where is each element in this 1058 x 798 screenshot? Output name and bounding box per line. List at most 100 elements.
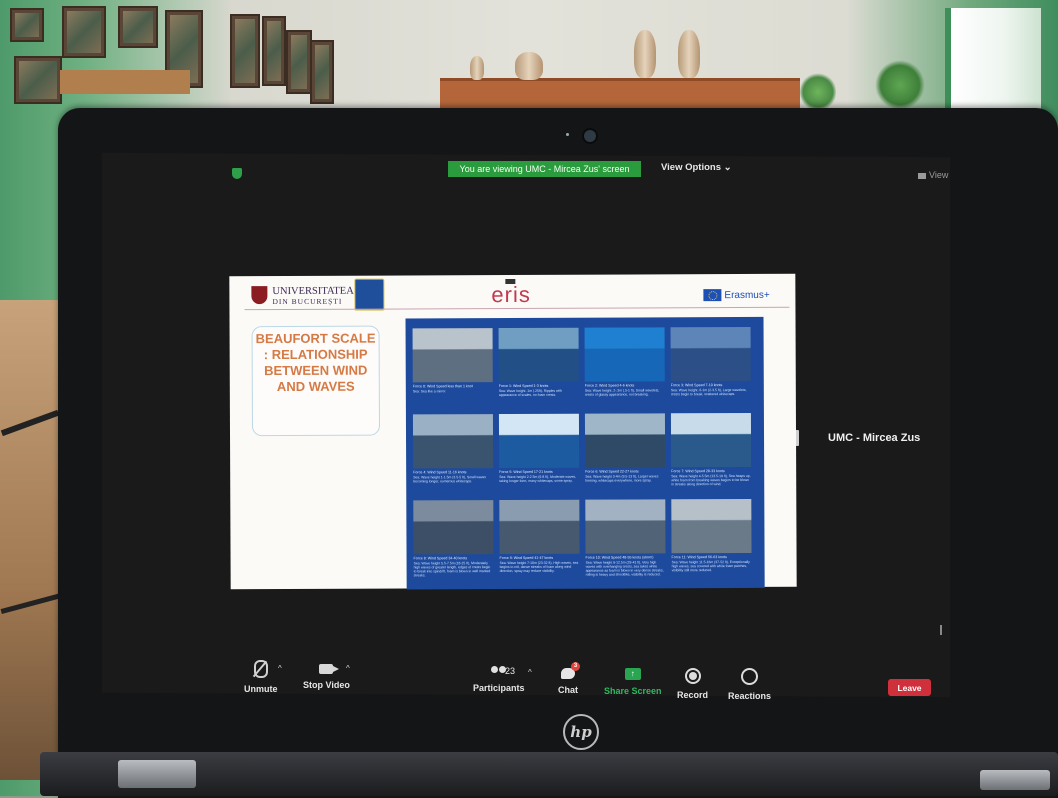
share-banner: You are viewing UMC - Mircea Zus' screen <box>448 161 641 177</box>
unmute-label: Unmute <box>244 684 278 694</box>
share-screen-icon: ↑ <box>624 668 641 680</box>
sea-photo <box>413 500 494 555</box>
beaufort-tile: Force 2: Wind Speed 4-6 knots Sea: Wave h… <box>584 327 665 413</box>
beaufort-tile: Force 8: Wind Speed 34-40 knots Sea: Wave… <box>413 500 494 586</box>
scroll-marker <box>940 625 942 635</box>
hp-logo: hp <box>563 714 599 750</box>
reactions-button[interactable]: Reactions <box>728 668 771 701</box>
sea-photo <box>412 328 493 383</box>
record-icon <box>684 668 701 684</box>
shared-slide: UNIVERSITATEA DIN BUCUREȘTI eris Erasmus… <box>229 273 797 590</box>
tile-caption: Force 10: Wind Speed 48-55 knots (storm) <box>585 555 654 560</box>
unmute-button[interactable]: Unmute <box>244 660 278 694</box>
eu-flag-icon <box>703 289 722 302</box>
participant-name: UMC - Mircea Zus <box>828 432 921 444</box>
beaufort-tile: Force 10: Wind Speed 48-55 knots (storm)… <box>585 499 666 585</box>
chat-label: Chat <box>558 685 578 695</box>
wall-picture <box>262 16 286 86</box>
beaufort-tile: Force 11: Wind Speed 56-63 knots Sea: Wav… <box>671 498 752 585</box>
chat-button[interactable]: 3 Chat <box>558 662 580 695</box>
tile-detail: Sea: Sea like a mirror. <box>412 389 447 394</box>
plant <box>800 72 836 112</box>
tile-detail: Sea: Wave height 1-1.5m (3.5-5 ft), Smal… <box>413 475 487 484</box>
wall-picture <box>310 40 334 104</box>
tile-caption: Force 3: Wind Speed 7-10 knots <box>670 383 723 388</box>
shield-icon[interactable] <box>232 168 242 179</box>
wall-picture <box>10 8 44 42</box>
stop-video-button[interactable]: Stop Video <box>303 664 350 690</box>
vase <box>678 30 700 78</box>
header-divider <box>244 306 790 311</box>
participants-button[interactable]: Participants <box>473 666 525 693</box>
chevron-up-icon[interactable]: ^ <box>278 664 282 673</box>
tile-detail: Sea: Wave height 9-12.5m (29-41 ft), Ver… <box>585 560 664 577</box>
beaufort-tile: Force 3: Wind Speed 7-10 knots Sea: Wave … <box>670 326 751 413</box>
hinge <box>980 770 1050 790</box>
crest-icon <box>354 278 385 311</box>
university-name: UNIVERSITATEA DIN BUCUREȘTI <box>272 285 354 307</box>
reactions-label: Reactions <box>728 691 772 701</box>
sea-photo <box>584 413 666 468</box>
tile-detail: Sea: Wave height 7-10m (23-32 ft), High … <box>499 560 579 574</box>
sea-photo <box>585 499 666 554</box>
beaufort-tile: Force 5: Wind Speed 17-21 knots Sea: Wave… <box>498 413 580 500</box>
share-screen-button[interactable]: ↑ Share Screen <box>604 668 662 696</box>
tile-detail: Sea: Wave height .2-.3m (.5-1 ft), Small… <box>584 388 660 397</box>
view-label: View <box>929 170 949 180</box>
record-label: Record <box>677 690 709 700</box>
eris-logo: eris <box>491 281 531 308</box>
sea-photo <box>498 413 580 469</box>
camera-light <box>566 133 569 136</box>
vase <box>470 56 484 80</box>
wall-picture <box>230 14 260 88</box>
tile-caption: Force 7: Wind Speed 28-33 knots <box>671 469 725 474</box>
stop-video-label: Stop Video <box>303 680 350 690</box>
view-button[interactable]: View <box>918 170 948 180</box>
tile-detail: Sea: Wave height 3-4m (9.5-13 ft), Large… <box>585 474 659 483</box>
view-options-button[interactable]: View Options ⌄ <box>661 162 732 173</box>
sea-photo <box>499 499 580 555</box>
tile-caption: Force 6: Wind Speed 22-27 knots <box>585 469 639 474</box>
participants-count: 23 <box>505 666 516 676</box>
tile-caption: Force 1: Wind Speed 1-3 knots <box>498 383 549 389</box>
tile-caption: Force 11: Wind Speed 56-63 knots <box>671 555 727 560</box>
leave-button[interactable]: Leave <box>888 679 931 696</box>
tile-detail: Sea: Wave height .1m (.25ft), Ripples wi… <box>498 388 563 398</box>
erasmus-logo: Erasmus+ <box>703 289 770 302</box>
university-logo-icon <box>251 286 268 305</box>
record-button[interactable]: Record <box>677 668 708 700</box>
video-camera-icon <box>319 664 340 674</box>
tile-caption: Force 5: Wind Speed 17-21 knots <box>499 469 553 475</box>
beaufort-grid: Force 0: Wind Speed less than 1 knot Sea:… <box>405 316 765 590</box>
tile-detail: Sea: Wave height .6-1m (2-3.5 ft), Large… <box>670 387 747 397</box>
sea-photo <box>584 327 665 382</box>
sea-photo <box>670 326 751 382</box>
tile-detail: Sea: Wave height 11.5-16m (37-52 ft), Ex… <box>671 559 750 573</box>
erasmus-label: Erasmus+ <box>724 289 770 301</box>
chevron-up-icon[interactable]: ^ <box>346 664 350 673</box>
beaufort-tile: Force 7: Wind Speed 28-33 knots Sea: Wave… <box>670 412 752 499</box>
title-box: BEAUFORT SCALE : RELATIONSHIP BETWEEN WI… <box>251 325 381 437</box>
sea-photo <box>412 414 494 469</box>
tile-detail: Sea: Wave height 2-2.5m (6-8 ft), Modera… <box>499 474 576 484</box>
desk <box>0 300 60 780</box>
wall-picture <box>286 30 312 94</box>
chat-bubble-icon: 3 <box>561 662 580 679</box>
vase <box>634 30 656 78</box>
tile-detail: Sea: Wave height 5.5-7.5m (18-25 ft), Mo… <box>413 561 491 578</box>
webcam <box>582 128 598 144</box>
tile-caption: Force 4: Wind Speed 11-16 knots <box>413 470 467 475</box>
share-screen-label: Share Screen <box>604 686 662 696</box>
tile-caption: Force 8: Wind Speed 34-40 knots <box>413 556 468 561</box>
chevron-down-icon: ⌄ <box>723 162 732 173</box>
university-line1: UNIVERSITATEA <box>272 285 354 298</box>
university-line2: DIN BUCUREȘTI <box>272 296 343 307</box>
participants-label: Participants <box>473 683 525 693</box>
beaufort-tile: Force 1: Wind Speed 1-3 knots Sea: Wave h… <box>498 327 579 414</box>
hinge <box>118 760 196 788</box>
beaufort-tile: Force 0: Wind Speed less than 1 knot Sea:… <box>412 328 493 414</box>
wall-shelf <box>60 70 190 94</box>
tile-caption: Force 9: Wind Speed 41-47 knots <box>499 555 554 561</box>
grid-view-icon <box>918 172 926 179</box>
chevron-up-icon[interactable]: ^ <box>528 668 532 677</box>
